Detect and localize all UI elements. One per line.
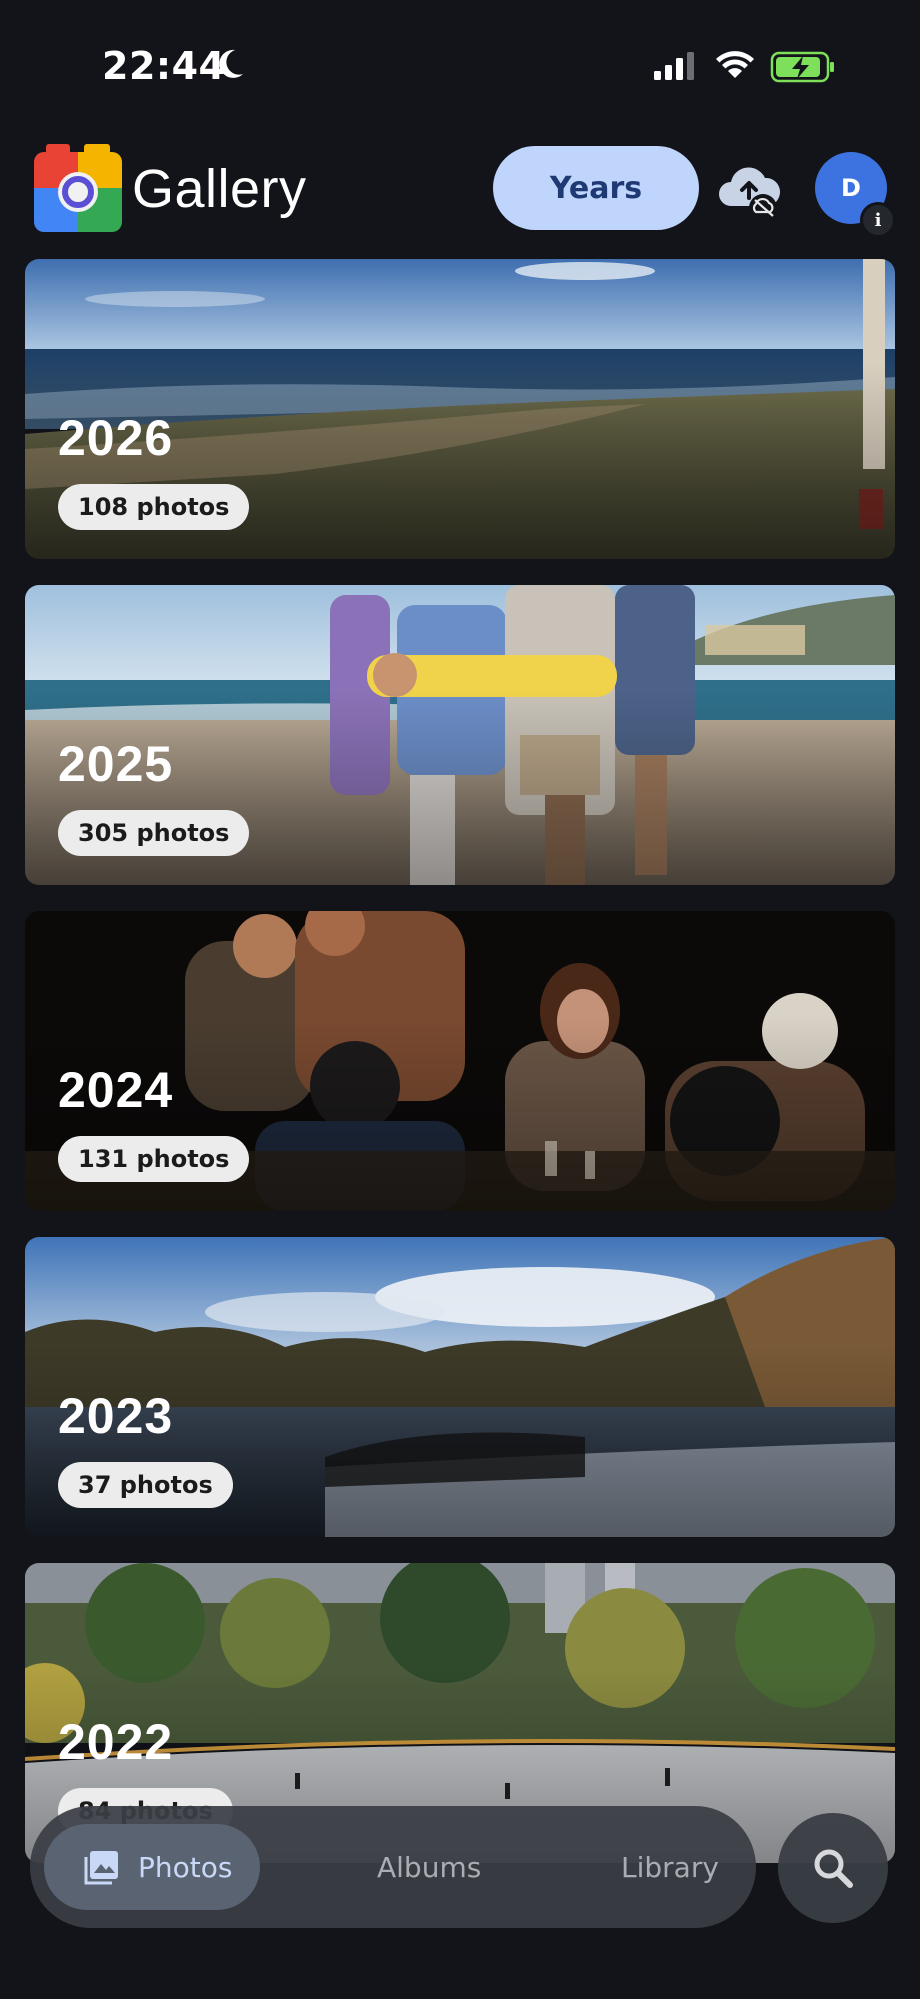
year-card[interactable]: 2025 305 photos	[25, 585, 895, 885]
search-icon	[814, 1849, 853, 1888]
nav-item-albums[interactable]: Albums	[377, 1842, 481, 1892]
year-label: 2023	[58, 1388, 174, 1444]
battery-charging-icon	[770, 51, 834, 83]
status-time: 22:44	[102, 44, 226, 88]
year-card[interactable]: 2026 108 photos	[25, 259, 895, 559]
status-bar: 22:44	[0, 0, 920, 120]
photo-count-badge: 305 photos	[58, 810, 250, 856]
year-label: 2024	[58, 1062, 174, 1118]
cloud-upload-off-icon[interactable]	[717, 160, 783, 226]
nav-label-albums: Albums	[377, 1850, 482, 1884]
bottom-navigation: Photos Albums Library	[30, 1806, 756, 1928]
year-card[interactable]: 2023 37 photos	[25, 1237, 895, 1537]
year-card-list: 2026 108 photos 2025 305 photos 2024 131…	[25, 259, 895, 1889]
year-label: 2022	[58, 1714, 174, 1770]
photos-icon	[84, 1851, 118, 1885]
search-button[interactable]	[778, 1813, 888, 1923]
photo-count-badge: 131 photos	[58, 1136, 250, 1182]
wifi-icon	[716, 51, 754, 78]
moon-icon	[219, 49, 243, 78]
photo-count-badge: 108 photos	[58, 484, 250, 530]
cellular-signal-icon	[654, 52, 694, 80]
nav-item-photos[interactable]: Photos	[82, 1842, 232, 1892]
gallery-logo-icon	[34, 144, 122, 232]
year-label: 2025	[58, 736, 174, 792]
photo-count-badge: 37 photos	[58, 1462, 233, 1508]
nav-label-library: Library	[621, 1850, 719, 1884]
app-title: Gallery	[132, 159, 307, 219]
app-header: Gallery Years D i	[0, 130, 920, 240]
nav-label-photos: Photos	[138, 1850, 233, 1884]
nav-item-library[interactable]: Library	[621, 1842, 719, 1892]
info-badge-icon: i	[860, 202, 896, 238]
year-label: 2026	[58, 410, 174, 466]
year-card[interactable]: 2024 131 photos	[25, 911, 895, 1211]
years-button[interactable]: Years	[493, 146, 699, 230]
